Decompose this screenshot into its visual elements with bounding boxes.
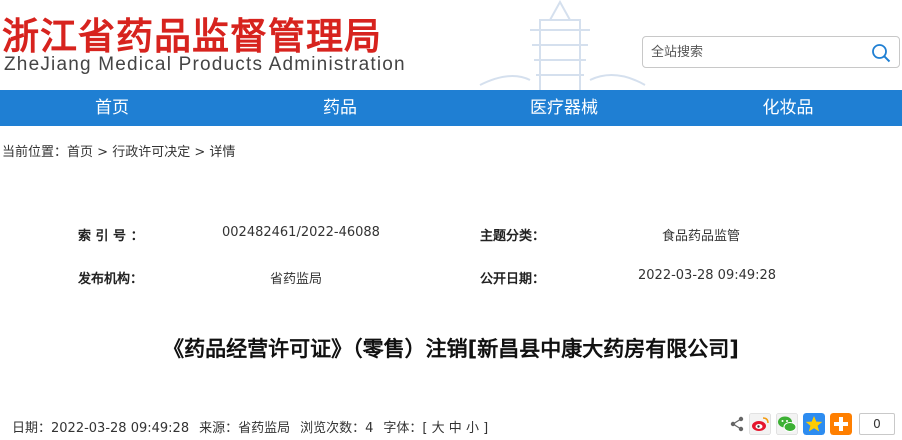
breadcrumb-current: 详情 xyxy=(209,145,236,160)
font-size-close: ] xyxy=(483,421,489,436)
search-icon[interactable] xyxy=(871,43,891,63)
publish-date-label: 公开日期： xyxy=(480,272,546,287)
article-title: 《药品经营许可证》（零售）注销[新昌县中康大药房有限公司] xyxy=(163,337,739,361)
views-value: 4 xyxy=(365,421,374,436)
font-size-large-link[interactable]: 大 xyxy=(432,421,445,436)
qzone-icon[interactable] xyxy=(803,413,825,435)
nav-item-medical-devices[interactable]: 医疗器械 xyxy=(504,90,624,126)
site-logo-subtitle: ZheJiang Medical Products Administration xyxy=(4,54,406,75)
share-icon[interactable] xyxy=(729,416,745,432)
date-value: 2022-03-28 09:49:28 xyxy=(51,421,190,436)
breadcrumb-prefix: 当前位置： xyxy=(2,145,68,160)
share-count: 0 xyxy=(859,413,895,435)
breadcrumb-home[interactable]: 首页 xyxy=(67,145,93,160)
nav-item-drugs[interactable]: 药品 xyxy=(290,90,390,126)
date-label: 日期： xyxy=(12,421,52,436)
views-label: 浏览次数： xyxy=(300,421,366,436)
search-input[interactable] xyxy=(651,43,861,61)
font-size-label: 字体：[ xyxy=(383,421,428,436)
source-label: 来源： xyxy=(199,421,239,436)
site-logo-title[interactable]: 浙江省药品监督管理局 xyxy=(2,6,382,60)
topic-value: 食品药品监管 xyxy=(662,229,741,244)
publish-date-value: 2022-03-28 09:49:28 xyxy=(638,268,777,283)
index-value: 002482461/2022-46088 xyxy=(222,225,380,240)
main-nav: 首页 药品 医疗器械 化妆品 xyxy=(0,90,902,126)
publisher-label: 发布机构： xyxy=(78,272,144,287)
topic-label: 主题分类： xyxy=(480,229,546,244)
more-icon[interactable] xyxy=(830,413,852,435)
nav-item-cosmetics[interactable]: 化妆品 xyxy=(738,90,838,126)
article-info-bar: 日期：2022-03-28 09:49:28 来源：省药监局 浏览次数：4 字体：[ … xyxy=(12,417,488,436)
pagoda-watermark-icon xyxy=(479,0,646,90)
breadcrumb-admin-license[interactable]: 行政许可决定 xyxy=(112,145,190,160)
source-value: 省药监局 xyxy=(238,421,291,436)
weibo-icon[interactable] xyxy=(749,413,771,435)
search-box xyxy=(642,36,900,68)
font-size-small-link[interactable]: 小 xyxy=(466,421,479,436)
breadcrumb: 当前位置：首页 > 行政许可决定 > 详情 xyxy=(2,141,235,160)
nav-item-home[interactable]: 首页 xyxy=(62,90,162,126)
publisher-value: 省药监局 xyxy=(270,272,323,287)
breadcrumb-separator: > xyxy=(190,145,210,160)
site-header: 浙江省药品监督管理局 ZheJiang Medical Products Adm… xyxy=(0,0,902,90)
index-label: 索 引 号 ： xyxy=(78,229,144,244)
breadcrumb-separator: > xyxy=(93,145,113,160)
font-size-medium-link[interactable]: 中 xyxy=(449,421,462,436)
wechat-icon[interactable] xyxy=(776,413,798,435)
